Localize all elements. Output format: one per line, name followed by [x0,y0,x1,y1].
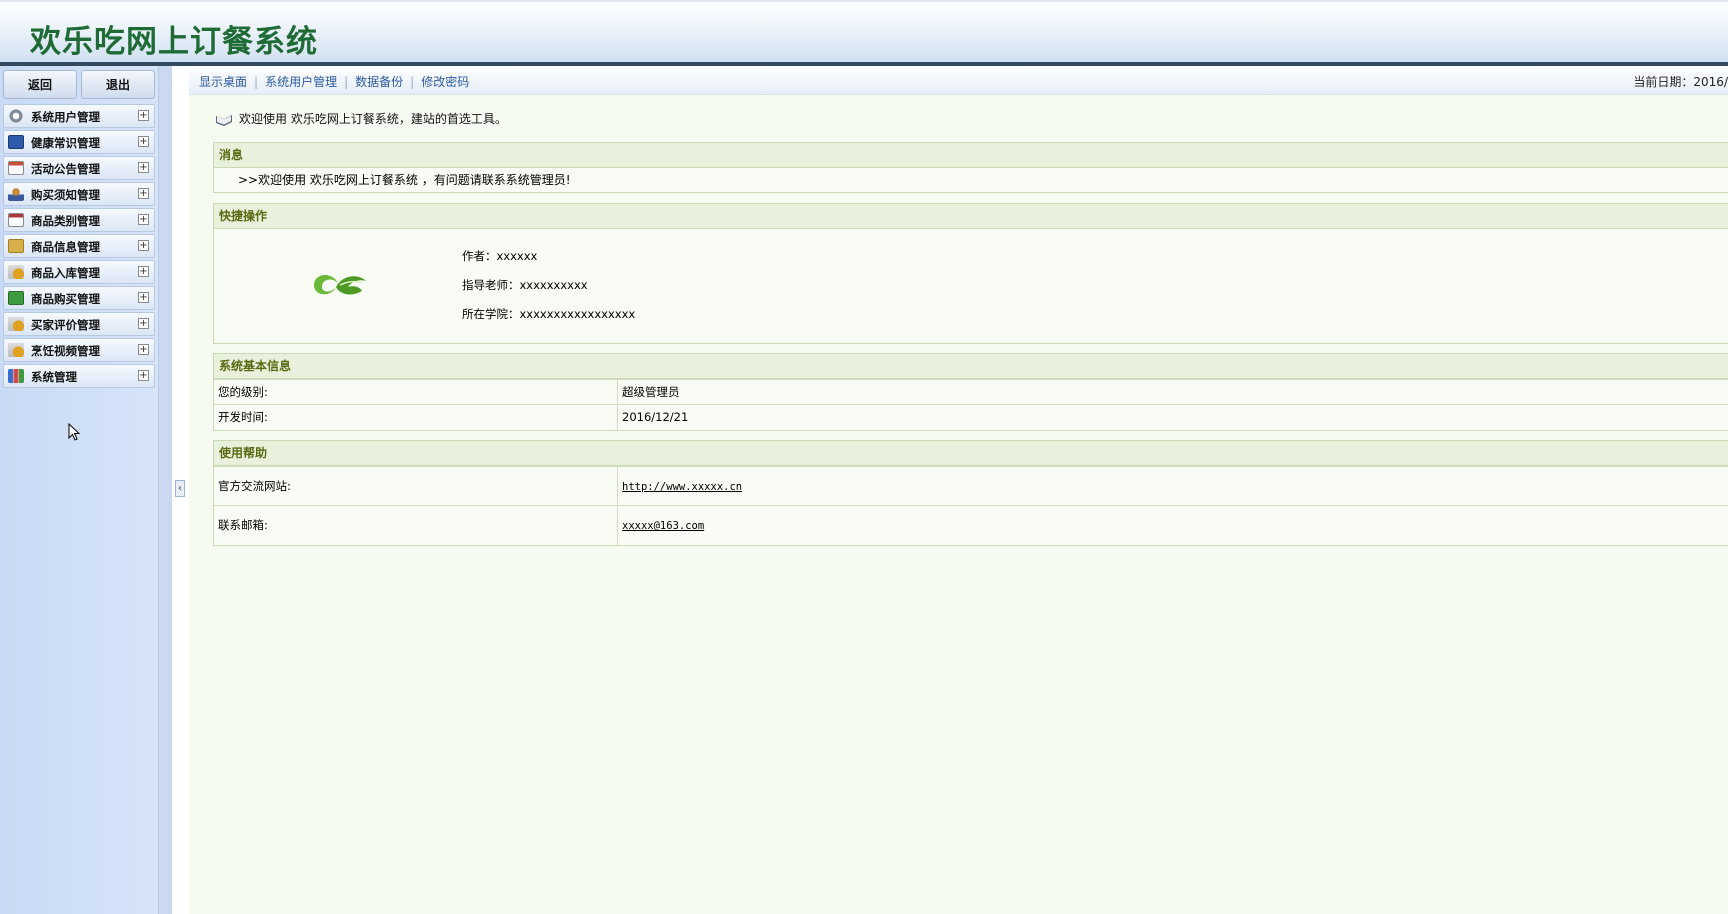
sidebar-top-buttons: 返回 退出 [3,70,155,100]
sidebar-item-label: 商品购买管理 [31,292,100,306]
expand-plus-icon[interactable]: + [138,266,149,277]
sidebar-panel: 返回 退出 系统用户管理 + 健康常识管理 + 活动公告管理 + 购买须知管理 [0,66,159,914]
sidebar-item-products[interactable]: 商品信息管理 + [3,234,155,258]
nav-separator: | [254,75,259,89]
logout-button[interactable]: 退出 [81,70,155,99]
book-icon [216,114,232,126]
email-link[interactable]: xxxxx@163.com [622,520,704,532]
top-nav: 显示桌面 | 系统用户管理 | 数据备份 | 修改密码 当前日期：2016/ [189,66,1728,95]
expand-plus-icon[interactable]: + [138,162,149,173]
coins-icon [8,317,24,331]
expand-plus-icon[interactable]: + [138,240,149,251]
quick-actions-body: 作者：xxxxxx 指导老师：xxxxxxxxxx 所在学院：xxxxxxxxx… [214,229,1728,343]
nav-link-system-users[interactable]: 系统用户管理 [265,75,337,89]
system-info-panel: 系统基本信息 您的级别: 超级管理员 开发时间: 2016/12/21 [213,353,1728,431]
app-title: 欢乐吃网上订餐系统 [30,24,318,60]
chart-icon [8,291,24,305]
help-label: 联系邮箱: [214,505,618,545]
sidebar-item-reviews[interactable]: 买家评价管理 + [3,312,155,336]
mouse-cursor-icon [68,423,80,441]
college-line: 所在学院：xxxxxxxxxxxxxxxxx [462,307,636,321]
sidebar-collapse-button[interactable]: ‹ [175,480,185,497]
nav-link-change-password[interactable]: 修改密码 [421,75,469,89]
coins-icon [8,343,24,357]
sidebar-item-health[interactable]: 健康常识管理 + [3,130,155,154]
quick-actions-title: 快捷操作 [214,204,1728,229]
nav-link-backup[interactable]: 数据备份 [355,75,403,89]
sidebar-item-cooking-videos[interactable]: 烹饪视频管理 + [3,338,155,362]
sidebar-item-label: 购买须知管理 [31,188,100,202]
sidebar-item-system-users[interactable]: 系统用户管理 + [3,104,155,128]
help-panel: 使用帮助 官方交流网站: http://www.xxxxx.cn 联系邮箱: x… [213,440,1728,546]
nav-separator: | [410,75,415,89]
message-panel-title: 消息 [214,143,1728,168]
back-button[interactable]: 返回 [3,70,77,99]
sidebar-item-label: 系统用户管理 [31,110,100,124]
monitor-icon [8,135,24,149]
table-row: 开发时间: 2016/12/21 [214,404,1728,430]
expand-plus-icon[interactable]: + [138,110,149,121]
sidebar-item-label: 商品类别管理 [31,214,100,228]
info-label: 您的级别: [214,379,618,405]
help-table: 官方交流网站: http://www.xxxxx.cn 联系邮箱: xxxxx@… [214,466,1728,545]
gear-icon [8,109,24,123]
expand-plus-icon[interactable]: + [138,214,149,225]
help-value: http://www.xxxxx.cn [617,466,1728,506]
expand-plus-icon[interactable]: + [138,136,149,147]
message-text: >>欢迎使用 欢乐吃网上订餐系统 ，有问题请联系系统管理员! [238,173,571,187]
expand-plus-icon[interactable]: + [138,292,149,303]
sidebar-item-label: 商品信息管理 [31,240,100,254]
expand-plus-icon[interactable]: + [138,370,149,381]
author-line: 作者：xxxxxx [462,249,538,263]
main-content: 欢迎使用 欢乐吃网上订餐系统，建站的首选工具。 消息 >>欢迎使用 欢乐吃网上订… [189,95,1728,914]
sidebar-item-label: 健康常识管理 [31,136,100,150]
sidebar-item-stock-in[interactable]: 商品入库管理 + [3,260,155,284]
table-row: 官方交流网站: http://www.xxxxx.cn [214,466,1728,506]
bar-chart-icon [8,369,24,383]
info-value: 超级管理员 [617,379,1728,405]
coins-icon [8,265,24,279]
teacher-line: 指导老师：xxxxxxxxxx [462,278,588,292]
user-icon [8,187,24,201]
sidebar-item-label: 系统管理 [31,370,77,384]
sidebar-item-system[interactable]: 系统管理 + [3,364,155,388]
system-info-title: 系统基本信息 [214,354,1728,379]
sidebar-item-categories[interactable]: 商品类别管理 + [3,208,155,232]
sidebar-item-label: 烹饪视频管理 [31,344,100,358]
nav-separator: | [344,75,349,89]
website-link[interactable]: http://www.xxxxx.cn [622,481,742,493]
expand-plus-icon[interactable]: + [138,344,149,355]
sidebar-item-label: 活动公告管理 [31,162,100,176]
welcome-text: 欢迎使用 欢乐吃网上订餐系统，建站的首选工具。 [239,112,507,126]
current-date: 当前日期：2016/ [1633,75,1728,89]
top-nav-links: 显示桌面 | 系统用户管理 | 数据备份 | 修改密码 [199,73,469,90]
sidebar-menu: 系统用户管理 + 健康常识管理 + 活动公告管理 + 购买须知管理 + 商品类别… [3,104,155,390]
info-label: 开发时间: [214,404,618,430]
expand-plus-icon[interactable]: + [138,318,149,329]
help-value: xxxxx@163.com [617,505,1728,545]
info-value: 2016/12/21 [617,404,1728,430]
expand-plus-icon[interactable]: + [138,188,149,199]
sidebar-item-purchases[interactable]: 商品购买管理 + [3,286,155,310]
table-row: 联系邮箱: xxxxx@163.com [214,505,1728,545]
system-info-table: 您的级别: 超级管理员 开发时间: 2016/12/21 [214,379,1728,430]
sidebar: 返回 退出 系统用户管理 + 健康常识管理 + 活动公告管理 + 购买须知管理 [0,66,172,914]
calendar-icon [8,161,24,175]
sidebar-item-purchase-notice[interactable]: 购买须知管理 + [3,182,155,206]
nav-link-desktop[interactable]: 显示桌面 [199,75,247,89]
sidebar-item-announcements[interactable]: 活动公告管理 + [3,156,155,180]
table-row: 您的级别: 超级管理员 [214,379,1728,405]
welcome-line: 欢迎使用 欢乐吃网上订餐系统，建站的首选工具。 [215,110,507,127]
message-panel: 消息 >>欢迎使用 欢乐吃网上订餐系统 ，有问题请联系系统管理员! [213,142,1728,193]
sidebar-item-label: 买家评价管理 [31,318,100,332]
help-label: 官方交流网站: [214,466,618,506]
leaf-logo-icon [314,274,366,295]
folder-icon [8,239,24,253]
sidebar-item-label: 商品入库管理 [31,266,100,280]
quick-actions-panel: 快捷操作 作者：xxxxxx 指导老师：xxxxxxxxxx 所在学院：xxxx… [213,203,1728,344]
help-panel-title: 使用帮助 [214,441,1728,466]
app-header: 欢乐吃网上订餐系统 [0,0,1728,64]
calendar-icon [8,213,24,227]
